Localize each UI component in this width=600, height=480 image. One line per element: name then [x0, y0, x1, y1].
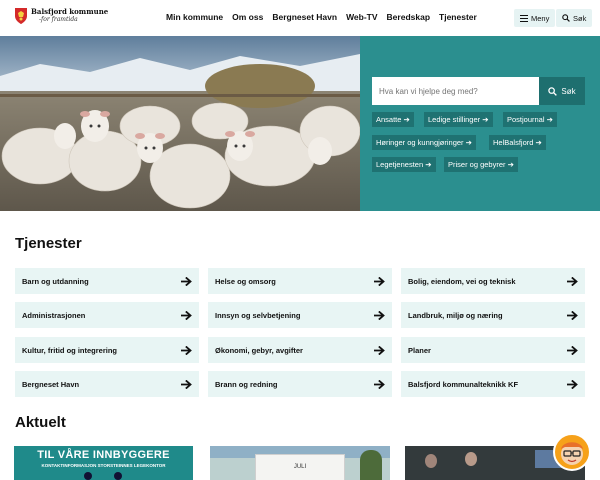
nav-beredskap[interactable]: Beredskap — [387, 12, 430, 22]
quick-link-legetjenesten[interactable]: Legetjenesten ➔ — [372, 157, 436, 172]
calendar-image: JULI — [255, 454, 345, 480]
service-link-label: Økonomi, gebyr, avgifter — [215, 345, 303, 355]
service-link[interactable]: Økonomi, gebyr, avgifter — [208, 337, 392, 363]
service-link-label: Helse og omsorg — [215, 276, 276, 286]
quick-link-ansatte[interactable]: Ansatte ➔ — [372, 112, 414, 127]
service-link-label: Balsfjord kommunalteknikk KF — [408, 379, 519, 389]
service-link-label: Planer — [408, 345, 431, 355]
header-search-label: Søk — [573, 13, 587, 23]
service-link[interactable]: Bolig, eiendom, vei og teknisk — [401, 268, 585, 294]
search-icon — [562, 14, 570, 22]
site-logo[interactable]: Balsfjord kommune -for framtida — [14, 7, 108, 25]
search-button[interactable]: Søk — [539, 77, 585, 105]
hero-search-panel: Søk Ansatte ➔ Ledige stillinger ➔ Postjo… — [360, 36, 600, 211]
hero: Søk Ansatte ➔ Ledige stillinger ➔ Postjo… — [0, 36, 600, 211]
quick-link-helbalsfjord[interactable]: HelBalsfjord ➔ — [489, 135, 546, 150]
quick-link-postjournal[interactable]: Postjournal ➔ — [503, 112, 557, 127]
calendar-month: JULI — [293, 464, 307, 470]
quick-link-ledige-stillinger[interactable]: Ledige stillinger ➔ — [424, 112, 493, 127]
quick-link-label: Postjournal — [507, 115, 545, 124]
nav-om-oss[interactable]: Om oss — [232, 12, 263, 22]
service-link[interactable]: Bergneset Havn — [15, 371, 199, 397]
logo-tagline: -for framtida — [39, 16, 78, 23]
arrow-right-icon: ➔ — [535, 138, 542, 147]
news-card-calendar[interactable]: JULI — [210, 446, 390, 480]
arrow-right-icon — [374, 310, 385, 320]
chat-assistant-avatar[interactable] — [553, 433, 591, 471]
search-icon — [548, 86, 558, 96]
nav-bergneset-havn[interactable]: Bergneset Havn — [272, 12, 337, 22]
service-link[interactable]: Balsfjord kommunalteknikk KF — [401, 371, 585, 397]
arrow-right-icon — [181, 310, 192, 320]
quick-link-label: Ledige stillinger — [428, 115, 481, 124]
arrow-right-icon — [374, 379, 385, 389]
arrow-right-icon — [374, 345, 385, 355]
menu-button-label: Meny — [531, 13, 550, 23]
quick-link-label: Legetjenesten — [376, 160, 424, 169]
service-link-label: Administrasjonen — [22, 310, 86, 320]
arrow-right-icon — [181, 379, 192, 389]
hamburger-icon — [520, 14, 528, 22]
quick-link-label: Ansatte — [376, 115, 402, 124]
person-photo-icon — [114, 472, 122, 480]
arrow-right-icon: ➔ — [403, 115, 410, 124]
arrow-right-icon: ➔ — [507, 160, 514, 169]
arrow-right-icon — [567, 379, 578, 389]
logo-name: Balsfjord kommune — [31, 7, 109, 16]
search-button-label: Søk — [561, 86, 576, 96]
service-link[interactable]: Administrasjonen — [15, 302, 199, 328]
arrow-right-icon: ➔ — [465, 138, 472, 147]
quick-link-horinger[interactable]: Høringer og kunngjøringer ➔ — [372, 135, 476, 150]
news-card-title: TIL VÅRE INNBYGGERE — [37, 449, 170, 461]
news-card-subtitle: KONTAKTINFORMASJON STORSTEINNES LEGEKONT… — [41, 463, 166, 468]
arrow-right-icon — [567, 345, 578, 355]
service-link[interactable]: Kultur, fritid og integrering — [15, 337, 199, 363]
person-image — [425, 454, 437, 468]
arrow-right-icon — [374, 276, 385, 286]
service-link[interactable]: Landbruk, miljø og næring — [401, 302, 585, 328]
hero-image-lambs — [0, 36, 360, 211]
person-image — [465, 452, 477, 466]
arrow-right-icon — [567, 276, 578, 286]
person-photo-icon — [84, 472, 92, 480]
service-link[interactable]: Helse og omsorg — [208, 268, 392, 294]
quick-link-priser[interactable]: Priser og gebyrer ➔ — [444, 157, 518, 172]
nav-web-tv[interactable]: Web-TV — [346, 12, 377, 22]
services-heading: Tjenester — [15, 235, 82, 252]
arrow-right-icon — [181, 276, 192, 286]
plant-image — [360, 450, 382, 480]
search-input[interactable] — [372, 77, 546, 105]
coat-of-arms-icon — [15, 8, 27, 24]
service-link-label: Kultur, fritid og integrering — [22, 345, 117, 355]
arrow-right-icon: ➔ — [482, 115, 489, 124]
arrow-right-icon: ➔ — [425, 160, 432, 169]
service-link-label: Barn og utdanning — [22, 276, 89, 286]
header-search-button[interactable]: Søk — [556, 9, 593, 27]
nav-min-kommune[interactable]: Min kommune — [166, 12, 223, 22]
quick-link-label: HelBalsfjord — [493, 138, 534, 147]
news-heading: Aktuelt — [15, 414, 66, 431]
service-link[interactable]: Barn og utdanning — [15, 268, 199, 294]
arrow-right-icon — [567, 310, 578, 320]
service-link-label: Bolig, eiendom, vei og teknisk — [408, 276, 516, 286]
quick-link-label: Priser og gebyrer — [448, 160, 506, 169]
quick-link-label: Høringer og kunngjøringer — [376, 138, 464, 147]
service-link-label: Bergneset Havn — [22, 379, 80, 389]
service-link[interactable]: Innsyn og selvbetjening — [208, 302, 392, 328]
service-link-label: Brann og redning — [215, 379, 278, 389]
service-link-label: Landbruk, miljø og næring — [408, 310, 503, 320]
service-link-label: Innsyn og selvbetjening — [215, 310, 301, 320]
arrow-right-icon — [181, 345, 192, 355]
main-nav: Min kommune Om oss Bergneset Havn Web-TV… — [166, 12, 477, 22]
menu-button[interactable]: Meny — [514, 9, 556, 27]
service-link[interactable]: Planer — [401, 337, 585, 363]
arrow-right-icon: ➔ — [546, 115, 553, 124]
service-link[interactable]: Brann og redning — [208, 371, 392, 397]
site-header: Balsfjord kommune -for framtida Min komm… — [0, 0, 600, 36]
news-card-innbyggere[interactable]: TIL VÅRE INNBYGGERE KONTAKTINFORMASJON S… — [14, 446, 193, 480]
nav-tjenester[interactable]: Tjenester — [439, 12, 477, 22]
chatbot-face-icon — [561, 442, 583, 465]
